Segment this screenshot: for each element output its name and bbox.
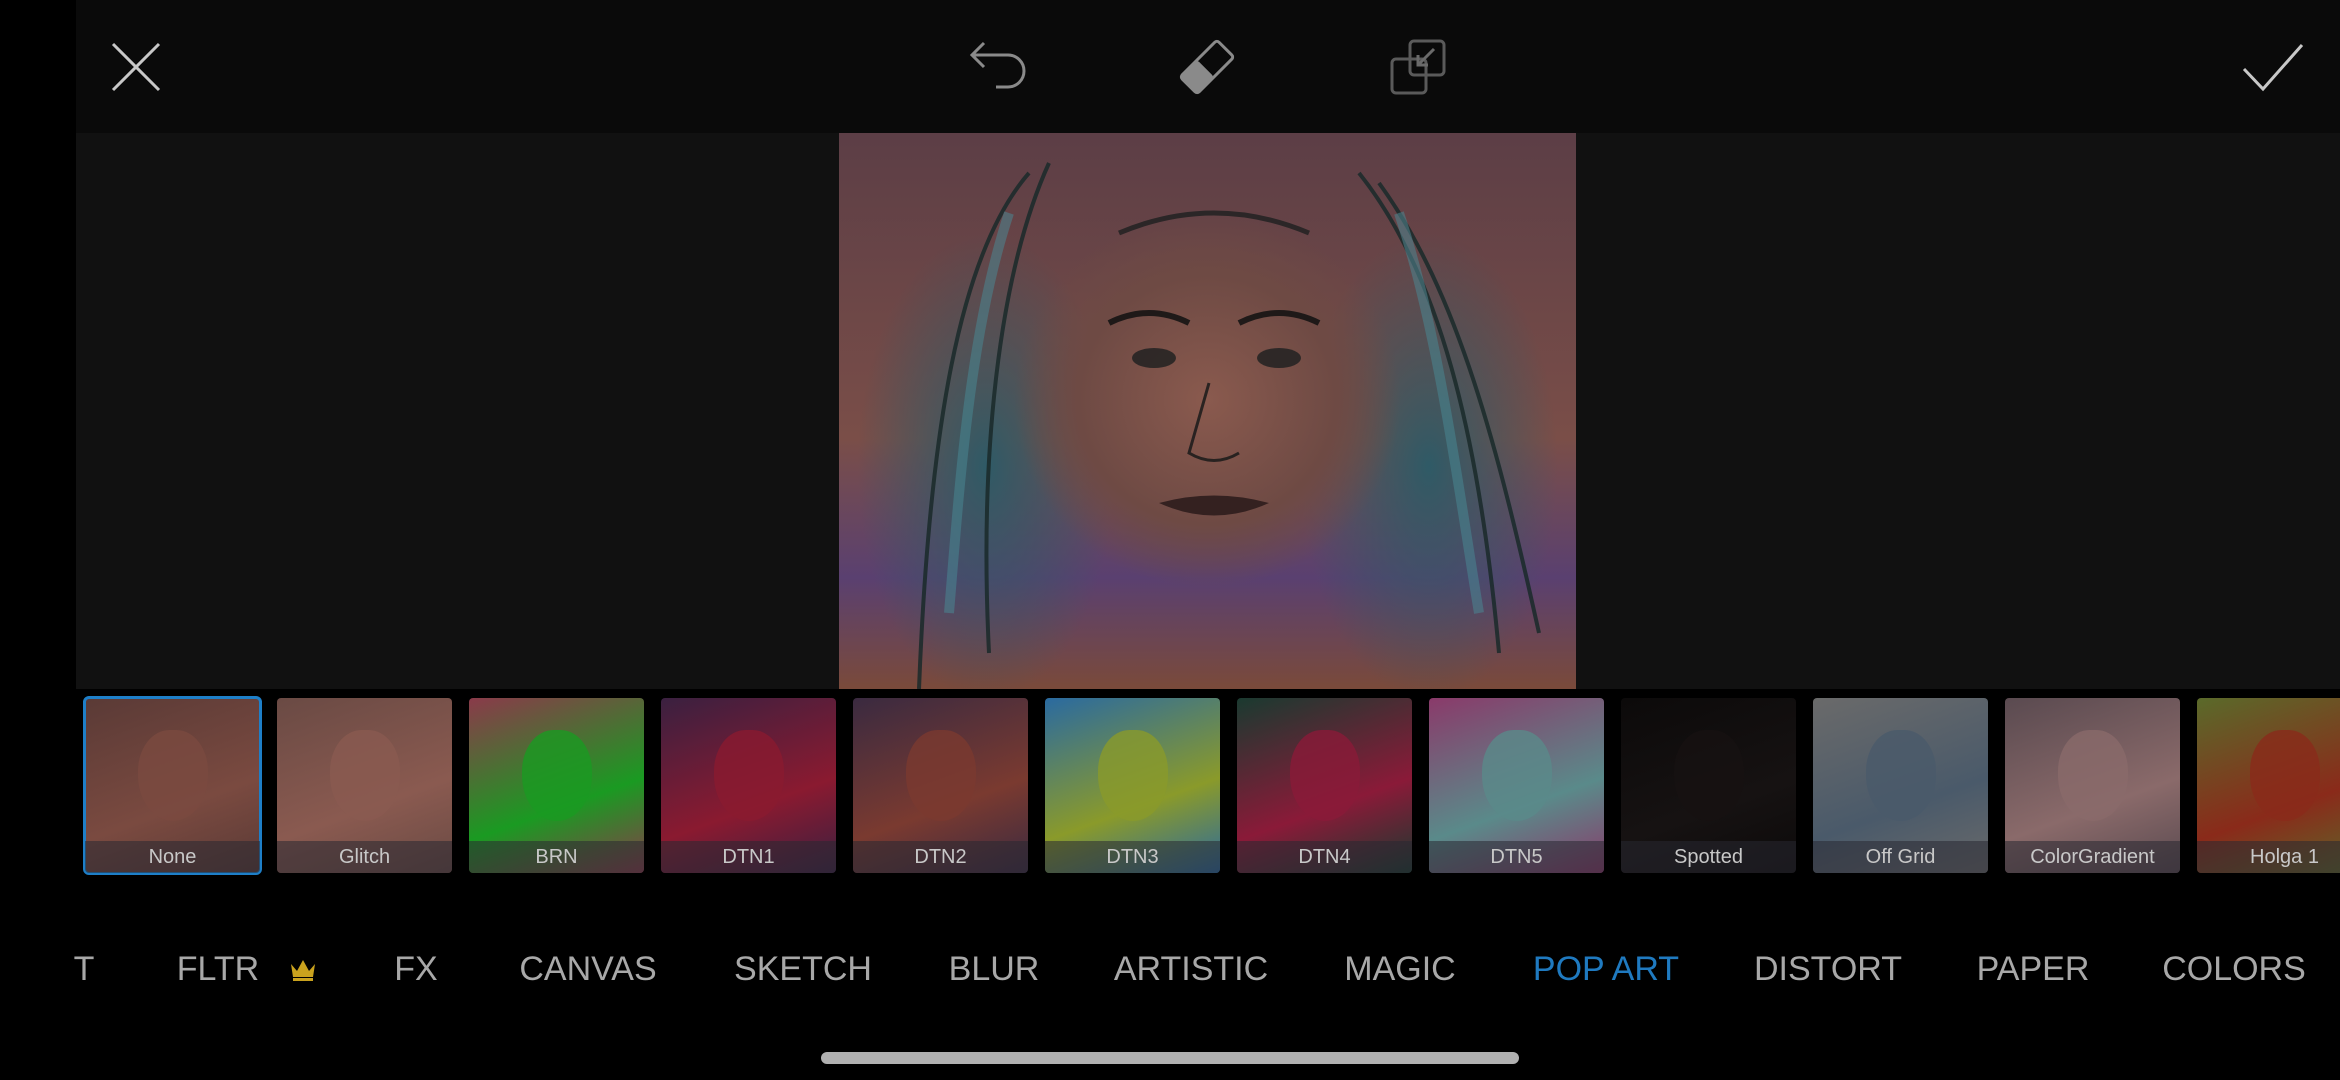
tab-t[interactable]: T xyxy=(74,950,95,989)
tab-sketch[interactable]: SKETCH xyxy=(734,950,872,989)
effect-label: Off Grid xyxy=(1813,841,1988,873)
effect-label: DTN5 xyxy=(1429,841,1604,873)
effect-label: Glitch xyxy=(277,841,452,873)
effect-thumbnail[interactable]: Holga 1 xyxy=(2197,698,2340,873)
close-icon[interactable] xyxy=(104,35,168,99)
effect-label: DTN2 xyxy=(853,841,1028,873)
tab-pop-art[interactable]: POP ART xyxy=(1533,950,1679,989)
effect-label: DTN4 xyxy=(1237,841,1412,873)
effect-label: DTN3 xyxy=(1045,841,1220,873)
tab-colors[interactable]: COLORS xyxy=(2162,950,2306,989)
compare-icon[interactable] xyxy=(1386,35,1450,99)
thumbnail-preview xyxy=(2249,729,2320,821)
tab-blur[interactable]: BLUR xyxy=(949,950,1040,989)
effect-thumbnail[interactable]: ColorGradient xyxy=(2005,698,2180,873)
effect-thumbnail[interactable]: DTN3 xyxy=(1045,698,1220,873)
thumbnail-preview xyxy=(1673,729,1744,821)
effect-label: Spotted xyxy=(1621,841,1796,873)
effect-thumbnail[interactable]: DTN5 xyxy=(1429,698,1604,873)
effect-thumbnail[interactable]: BRN xyxy=(469,698,644,873)
effect-thumbnail[interactable]: DTN1 xyxy=(661,698,836,873)
thumbnail-preview xyxy=(713,729,784,821)
thumbnail-preview xyxy=(905,729,976,821)
photo-preview[interactable] xyxy=(839,133,1576,689)
effect-label: BRN xyxy=(469,841,644,873)
effect-thumbnail[interactable]: None xyxy=(83,696,262,875)
effect-thumbnail-strip[interactable]: None Glitch BRN DTN1 DTN2 DTN3 DTN4 DTN5 Spotted… xyxy=(83,696,2340,875)
thumbnail-preview xyxy=(521,729,592,821)
tab-paper[interactable]: PAPER xyxy=(1977,950,2090,989)
effect-thumbnail[interactable]: Off Grid xyxy=(1813,698,1988,873)
crown-icon xyxy=(289,958,317,982)
effect-thumbnail[interactable]: Glitch xyxy=(277,698,452,873)
tab-magic[interactable]: MAGIC xyxy=(1344,950,1455,989)
thumbnail-preview xyxy=(1481,729,1552,821)
home-indicator[interactable] xyxy=(821,1052,1519,1064)
effect-thumbnail[interactable]: DTN2 xyxy=(853,698,1028,873)
thumbnail-preview xyxy=(1289,729,1360,821)
effect-label: ColorGradient xyxy=(2005,841,2180,873)
tab-canvas[interactable]: CANVAS xyxy=(519,950,656,989)
effect-thumbnail[interactable]: Spotted xyxy=(1621,698,1796,873)
thumbnail-preview xyxy=(1865,729,1936,821)
effect-label: DTN1 xyxy=(661,841,836,873)
thumbnail-preview xyxy=(329,729,400,821)
tab-fx[interactable]: FX xyxy=(394,950,437,989)
checkmark-icon[interactable] xyxy=(2241,35,2305,99)
effect-label: None xyxy=(85,841,260,873)
tab-artistic[interactable]: ARTISTIC xyxy=(1114,950,1268,989)
tab-distort[interactable]: DISTORT xyxy=(1754,950,1902,989)
tab-fltr[interactable]: FLTR xyxy=(177,950,259,989)
effect-thumbnail[interactable]: DTN4 xyxy=(1237,698,1412,873)
undo-icon[interactable] xyxy=(966,35,1030,99)
thumbnail-preview xyxy=(137,729,208,821)
eraser-icon[interactable] xyxy=(1175,35,1239,99)
thumbnail-preview xyxy=(2057,729,2128,821)
thumbnail-preview xyxy=(1097,729,1168,821)
effect-label: Holga 1 xyxy=(2197,841,2340,873)
category-tabs: T FLTR FX CANVAS SKETCH BLUR ARTISTIC MAGIC POP … xyxy=(0,950,2340,1006)
